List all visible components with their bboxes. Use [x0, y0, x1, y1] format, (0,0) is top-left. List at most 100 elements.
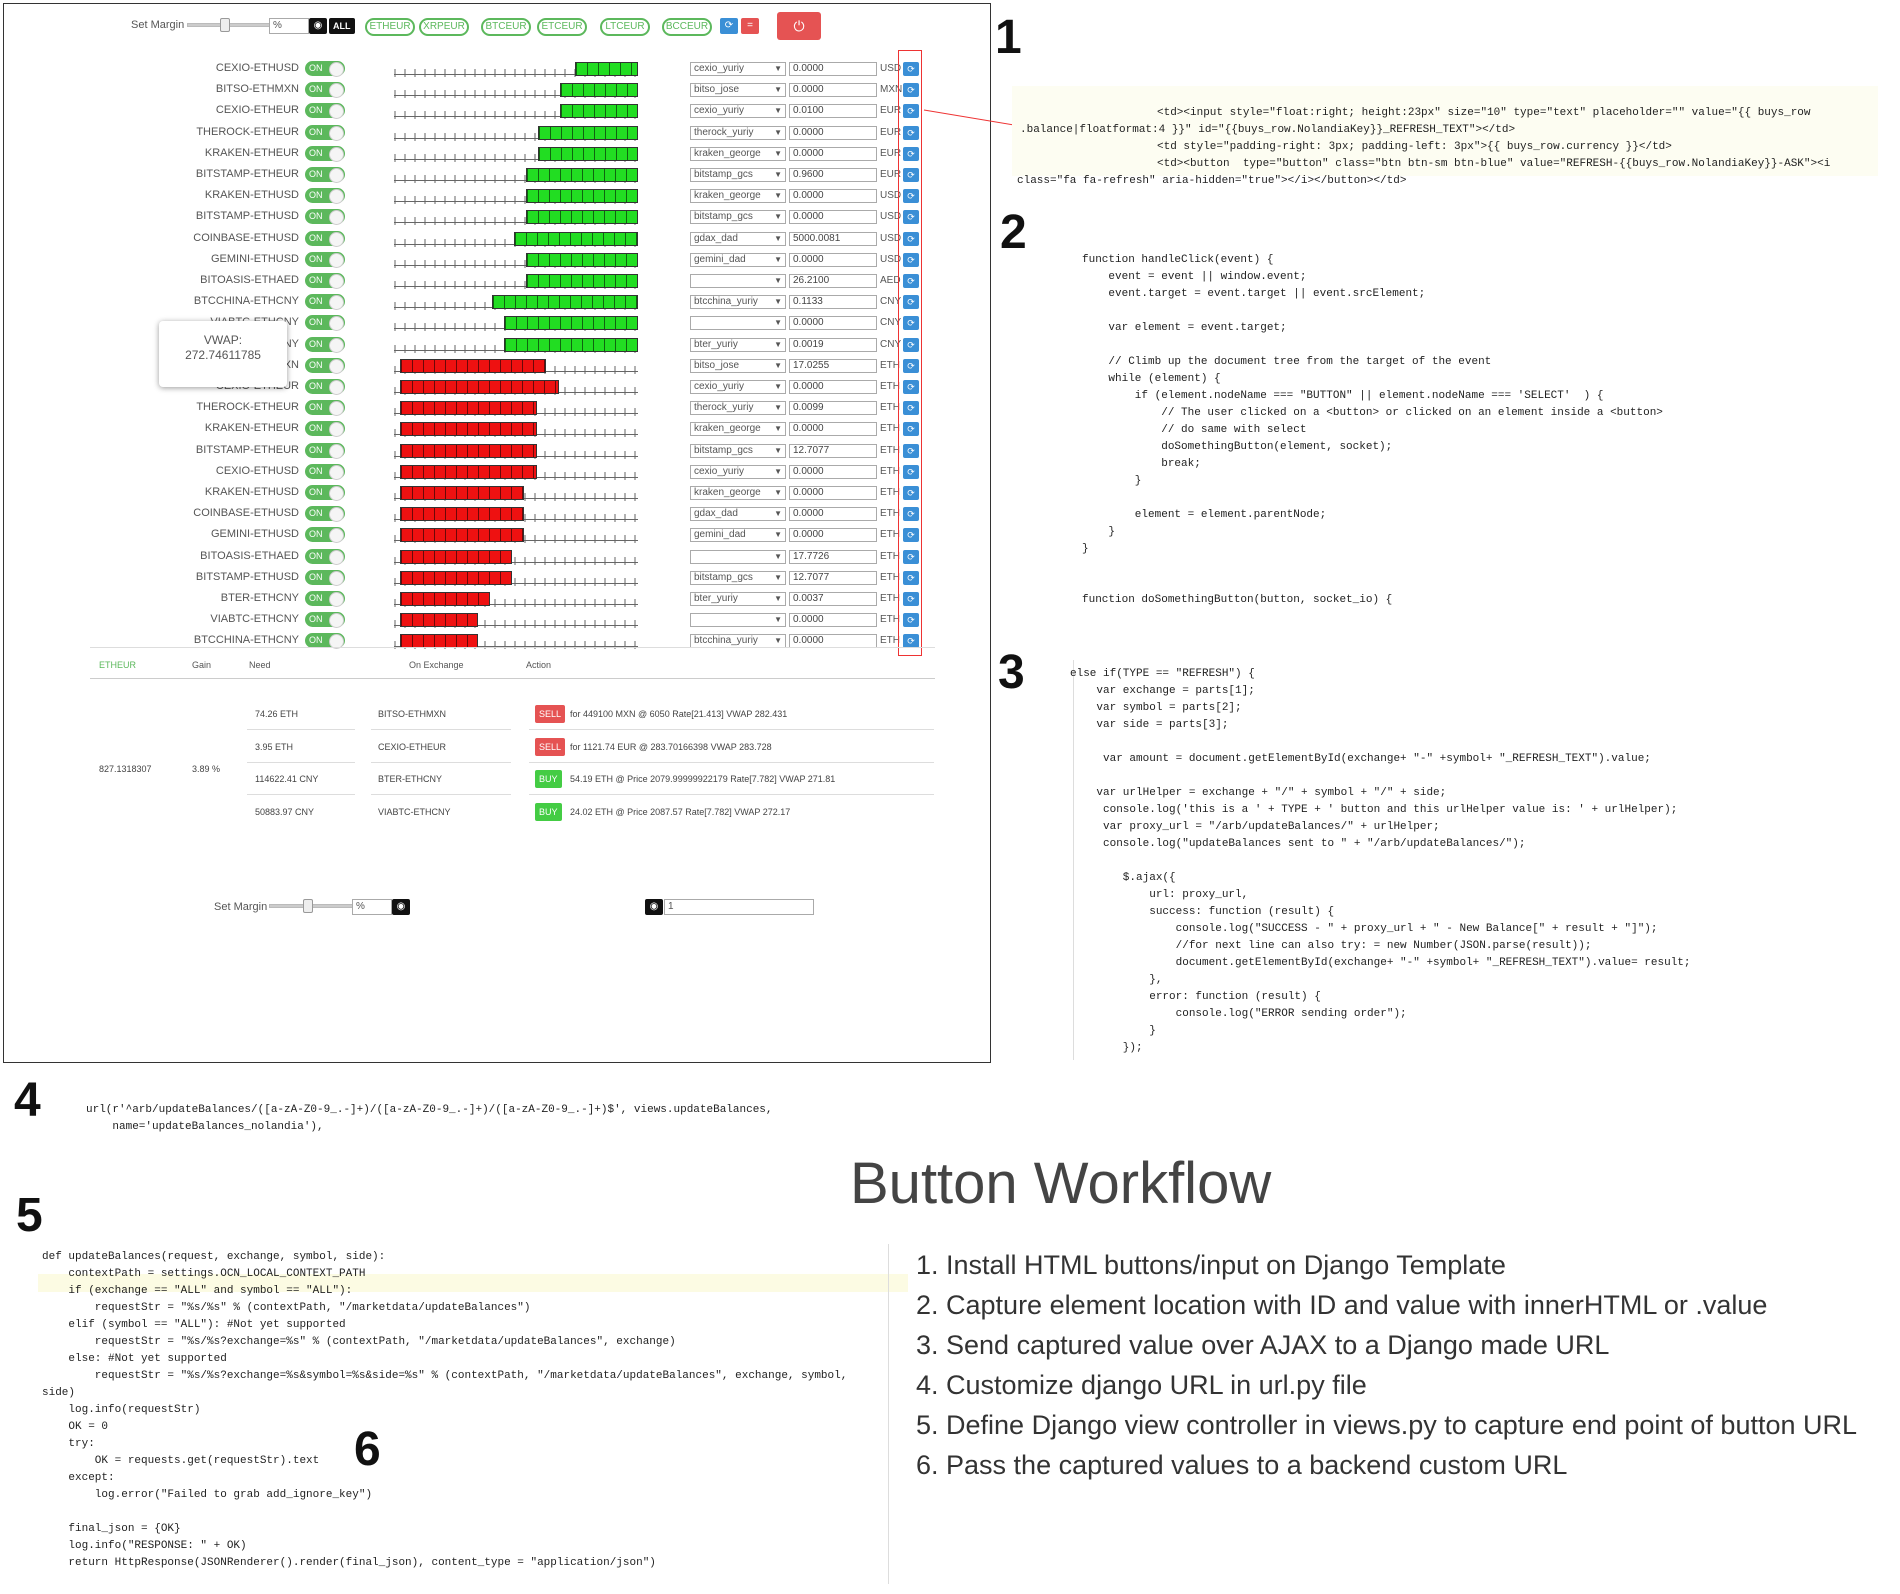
toggle-switch[interactable]: ON [305, 548, 345, 565]
toggle-switch[interactable]: ON [305, 188, 345, 205]
balance-input[interactable]: 0.0000 [789, 464, 877, 479]
balance-input[interactable]: 12.7077 [789, 570, 877, 585]
bottom-margin-slider-handle[interactable] [303, 899, 313, 913]
account-select[interactable] [690, 613, 786, 628]
account-select[interactable]: kraken_george [690, 189, 786, 204]
account-select[interactable]: btcchina_yuriy [690, 295, 786, 310]
balance-input[interactable]: 0.0099 [789, 401, 877, 416]
balance-input[interactable]: 0.0000 [789, 189, 877, 204]
balance-input[interactable]: 0.0000 [789, 613, 877, 628]
account-select[interactable]: kraken_george [690, 422, 786, 437]
balance-input[interactable]: 0.0000 [789, 528, 877, 543]
toggle-switch[interactable]: ON [305, 336, 345, 353]
balance-input[interactable]: 0.0000 [789, 316, 877, 331]
bottom-input-button[interactable]: ◉ [645, 899, 663, 915]
toggle-switch[interactable]: ON [305, 167, 345, 183]
balance-input[interactable]: 0.0000 [789, 486, 877, 500]
toggle-switch[interactable]: ON [305, 463, 345, 480]
balance-input[interactable]: 0.0000 [789, 380, 877, 394]
market-pill-xrpeur[interactable]: XRPEUR [419, 18, 469, 36]
balance-input[interactable]: 12.7077 [789, 443, 877, 458]
market-pill-etceur[interactable]: ETCEUR [537, 18, 587, 36]
account-select[interactable] [690, 316, 786, 331]
toggle-switch[interactable]: ON [305, 294, 345, 311]
account-select[interactable] [690, 274, 786, 288]
toggle-switch[interactable]: ON [305, 569, 345, 586]
toggle-switch[interactable]: ON [305, 124, 345, 141]
balance-input[interactable]: 0.0037 [789, 592, 877, 606]
account-select[interactable] [690, 549, 786, 564]
balance-input[interactable]: 0.0000 [789, 83, 877, 98]
account-select[interactable]: kraken_george [690, 486, 786, 500]
market-pill-etheur[interactable]: ETHEUR [365, 18, 415, 36]
balance-input[interactable]: 0.0000 [789, 125, 877, 140]
toggle-switch[interactable]: ON [305, 273, 345, 289]
account-select[interactable]: bitso_jose [690, 83, 786, 98]
balance-input[interactable]: 5000.0081 [789, 231, 877, 246]
refresh-all-button[interactable]: ⟳ [720, 18, 738, 34]
bottom-margin-apply-button[interactable]: ◉ [392, 899, 410, 915]
toggle-switch[interactable]: ON [305, 103, 345, 120]
bottom-value-input[interactable]: 1 [664, 899, 814, 915]
account-select[interactable]: cexio_yuriy [690, 62, 786, 76]
bottom-margin-input[interactable]: % [352, 899, 392, 915]
toggle-switch[interactable]: ON [305, 421, 345, 438]
toggle-switch[interactable]: ON [305, 357, 345, 374]
toggle-switch[interactable]: ON [305, 379, 345, 395]
account-select[interactable]: bitstamp_gcs [690, 570, 786, 585]
account-select[interactable]: gemini_dad [690, 252, 786, 267]
account-select[interactable]: gemini_dad [690, 528, 786, 543]
balance-input[interactable]: 26.2100 [789, 274, 877, 288]
toggle-switch[interactable]: ON [305, 251, 345, 268]
toggle-switch[interactable]: ON [305, 442, 345, 459]
margin-slider-handle[interactable] [220, 18, 230, 32]
margin-input[interactable]: % [269, 18, 309, 34]
toggle-switch[interactable]: ON [305, 315, 345, 332]
toggle-switch[interactable]: ON [305, 82, 345, 99]
account-select[interactable]: bter_yuriy [690, 337, 786, 352]
market-pill-bcceur[interactable]: BCCEUR [662, 18, 712, 36]
account-select[interactable]: bitstamp_gcs [690, 210, 786, 225]
account-select[interactable]: gdax_dad [690, 231, 786, 246]
balance-input[interactable]: 0.0100 [789, 104, 877, 119]
toggle-switch[interactable]: ON [305, 527, 345, 544]
balance-input[interactable]: 0.0000 [789, 146, 877, 161]
account-select[interactable]: bitstamp_gcs [690, 443, 786, 458]
toggle-switch[interactable]: ON [305, 209, 345, 226]
action-button-sell[interactable]: SELL [535, 737, 566, 756]
toggle-switch[interactable]: ON [305, 230, 345, 247]
power-button[interactable]: ⏻ [777, 12, 821, 40]
account-select[interactable]: kraken_george [690, 146, 786, 161]
toggle-switch[interactable]: ON [305, 145, 345, 162]
action-button-sell[interactable]: SELL [535, 705, 566, 723]
market-pill-ltceur[interactable]: LTCEUR [600, 18, 650, 36]
account-select[interactable]: cexio_yuriy [690, 380, 786, 394]
toggle-switch[interactable]: ON [305, 400, 345, 417]
balance-input[interactable]: 0.0000 [789, 252, 877, 267]
toggle-switch[interactable]: ON [305, 612, 345, 629]
balance-input[interactable]: 0.0019 [789, 337, 877, 352]
balance-input[interactable]: 0.0000 [789, 422, 877, 437]
account-select[interactable]: cexio_yuriy [690, 104, 786, 119]
balance-input[interactable]: 17.7726 [789, 549, 877, 564]
account-select[interactable]: bitstamp_gcs [690, 168, 786, 182]
toggle-switch[interactable]: ON [305, 485, 345, 501]
balance-input[interactable]: 17.0255 [789, 358, 877, 373]
balance-input[interactable]: 0.1133 [789, 295, 877, 310]
balance-input[interactable]: 0.9600 [789, 168, 877, 182]
action-button-buy[interactable]: BUY [535, 802, 562, 821]
action-button-buy[interactable]: BUY [535, 770, 562, 788]
account-select[interactable]: therock_yuriy [690, 401, 786, 416]
account-select[interactable]: bitso_jose [690, 358, 786, 373]
clear-button[interactable]: = [741, 18, 759, 34]
balance-input[interactable]: 0.0000 [789, 62, 877, 76]
all-button[interactable]: ALL [329, 18, 355, 34]
balance-input[interactable]: 0.0000 [789, 210, 877, 225]
margin-apply-button[interactable]: ◉ [309, 18, 327, 34]
account-select[interactable]: cexio_yuriy [690, 464, 786, 479]
toggle-switch[interactable]: ON [305, 61, 345, 77]
toggle-switch[interactable]: ON [305, 506, 345, 523]
market-pill-btceur[interactable]: BTCEUR [481, 18, 531, 36]
balance-input[interactable]: 0.0000 [789, 507, 877, 522]
toggle-switch[interactable]: ON [305, 591, 345, 607]
